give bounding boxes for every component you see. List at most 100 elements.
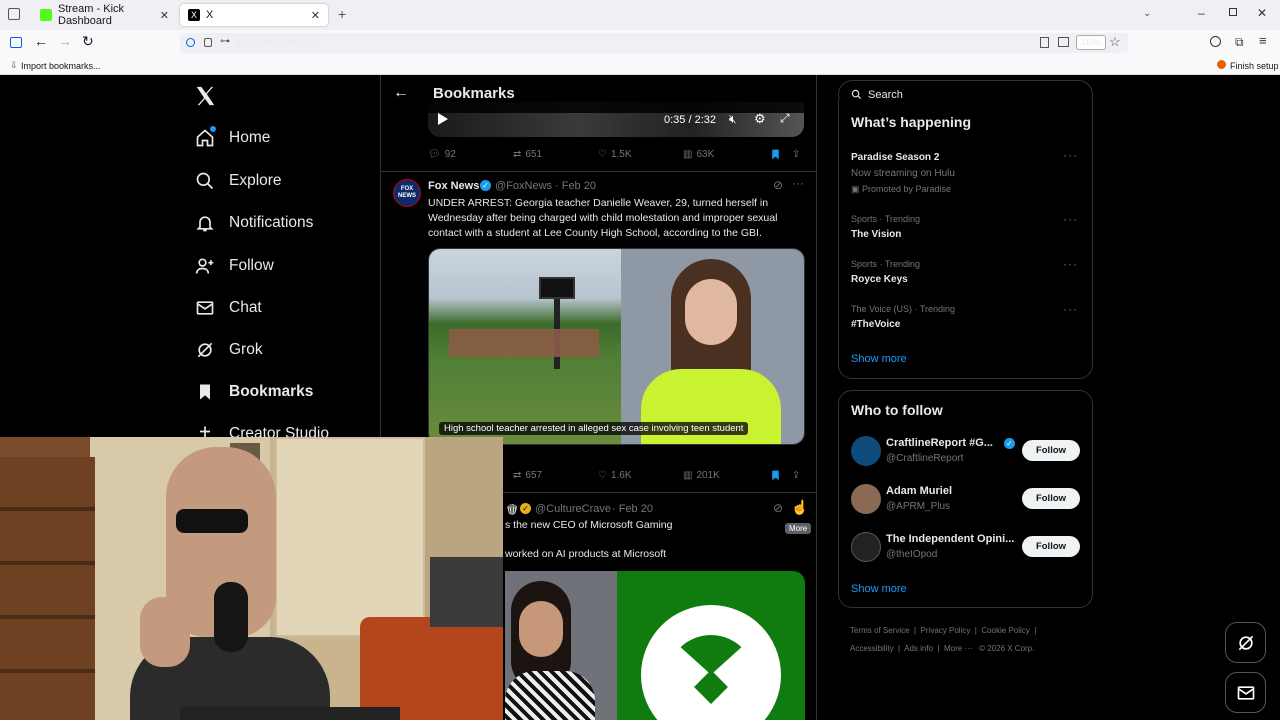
post-handle[interactable]: @CultureCrave xyxy=(535,503,611,515)
trend-item[interactable]: Sports · Trending The Vision ··· xyxy=(839,212,1092,248)
avatar[interactable] xyxy=(851,532,881,562)
xbox-logo-image[interactable] xyxy=(617,571,805,720)
nav-grok[interactable]: Grok xyxy=(195,340,263,360)
avatar[interactable] xyxy=(851,436,881,466)
footer-terms[interactable]: Terms of Service xyxy=(850,626,910,635)
heart-icon: ♡ xyxy=(598,148,607,160)
school-photo xyxy=(429,249,624,444)
post-image[interactable]: High school teacher arrested in alleged … xyxy=(428,248,805,445)
follow-suggestion[interactable]: The Independent Opini... @theIOpod Follo… xyxy=(839,529,1092,567)
nav-bookmarks[interactable]: Bookmarks xyxy=(195,382,313,402)
post-author-name[interactable]: Fox News xyxy=(428,180,479,192)
x-logo-icon[interactable] xyxy=(194,85,216,107)
share-button[interactable]: ⇪ xyxy=(792,470,800,481)
bookmark-button[interactable] xyxy=(769,148,782,161)
back-arrow-icon[interactable]: ← xyxy=(34,33,48,49)
account-icon[interactable] xyxy=(1210,36,1221,47)
new-tab-button[interactable]: + xyxy=(338,6,346,22)
search-icon xyxy=(195,171,215,191)
tab-x[interactable]: X X ✕ xyxy=(180,4,328,26)
nav-home[interactable]: Home xyxy=(195,126,270,148)
reload-icon[interactable]: ↻ xyxy=(82,33,94,50)
shield-icon[interactable] xyxy=(186,38,195,47)
promoted-icon: ▣ xyxy=(851,184,863,194)
settings-gear-icon[interactable]: ⚙ xyxy=(754,111,766,127)
footer-more[interactable]: More ··· xyxy=(944,644,972,653)
maximize-button[interactable] xyxy=(1229,8,1237,16)
finish-setup-link[interactable]: Finish setup xyxy=(1230,61,1279,71)
star-bookmark-icon[interactable]: ☆ xyxy=(1109,34,1121,50)
footer-accessibility[interactable]: Accessibility xyxy=(850,644,894,653)
tab-kick[interactable]: Stream - Kick Dashboard ✕ xyxy=(32,3,177,27)
bookmark-button[interactable] xyxy=(769,469,782,482)
more-options-icon[interactable]: ··· xyxy=(1063,148,1078,162)
minimize-button[interactable]: – xyxy=(1198,6,1205,20)
trend-item[interactable]: Paradise Season 2 Now streaming on Hulu … xyxy=(839,148,1092,198)
back-arrow-icon[interactable]: ← xyxy=(393,84,409,102)
footer-cookie[interactable]: Cookie Policy xyxy=(981,626,1029,635)
tab-overflow-chevron-icon[interactable]: ⌄ xyxy=(1143,8,1151,19)
url-bar[interactable]: ⊶ x.com/i/bookmarks 110% ☆ xyxy=(180,33,1128,53)
menu-icon[interactable]: ≡ xyxy=(1259,33,1267,48)
who-to-follow-panel: Who to follow CraftlineReport #G... ✓ @C… xyxy=(838,390,1093,608)
follow-suggestion[interactable]: Adam Muriel @APRM_Plus Follow xyxy=(839,481,1092,519)
nav-follow[interactable]: Follow xyxy=(195,256,274,276)
close-tab-icon[interactable]: ✕ xyxy=(311,9,320,22)
reply-button[interactable]: 💬︎ 92 xyxy=(428,149,456,160)
person-add-icon xyxy=(195,256,215,276)
close-window-button[interactable]: ✕ xyxy=(1257,6,1267,20)
like-button[interactable]: ♡ 1.5K xyxy=(598,149,632,160)
nav-notifications[interactable]: Notifications xyxy=(195,213,313,233)
ceo-photo[interactable] xyxy=(505,571,617,720)
avatar[interactable]: FOX NEWS xyxy=(393,179,421,207)
screenshot-icon[interactable] xyxy=(1058,37,1069,47)
show-more-link[interactable]: Show more xyxy=(851,583,907,595)
lock-icon[interactable] xyxy=(204,38,212,47)
bell-icon xyxy=(195,213,215,233)
post-text-line1: s the new CEO of Microsoft Gaming xyxy=(505,519,673,531)
mute-icon[interactable]: 🔇︎ xyxy=(729,112,737,127)
tab-list-icon[interactable] xyxy=(8,8,20,20)
repost-button[interactable]: ⇄ 651 xyxy=(513,149,542,160)
post-date[interactable]: · Feb 20 xyxy=(555,180,596,192)
follow-button[interactable]: Follow xyxy=(1022,536,1080,557)
footer-ads[interactable]: Ads info xyxy=(904,644,933,653)
messages-float-button[interactable] xyxy=(1225,672,1266,713)
more-options-icon[interactable]: ··· xyxy=(1063,212,1078,226)
post-handle[interactable]: @FoxNews xyxy=(495,180,552,192)
more-options-icon[interactable]: ··· xyxy=(1063,257,1078,271)
permissions-icon[interactable]: ⊶ xyxy=(220,36,230,47)
grok-explain-icon[interactable]: ⊘ xyxy=(773,501,783,515)
avatar[interactable] xyxy=(851,484,881,514)
close-tab-icon[interactable]: ✕ xyxy=(160,9,169,22)
forward-arrow-icon[interactable]: → xyxy=(58,33,72,49)
more-options-icon[interactable]: ··· xyxy=(792,176,804,190)
post-date[interactable]: · Feb 20 xyxy=(612,503,653,515)
views-button[interactable]: ▥ 201K xyxy=(683,470,720,481)
zoom-level-button[interactable]: 110% xyxy=(1076,35,1106,50)
follow-button[interactable]: Follow xyxy=(1022,488,1080,509)
kick-favicon-icon xyxy=(40,9,52,21)
reader-view-icon[interactable] xyxy=(1040,37,1049,48)
share-button[interactable]: ⇪ xyxy=(792,149,800,160)
more-options-icon[interactable]: ··· xyxy=(1063,302,1078,316)
nav-chat[interactable]: Chat xyxy=(195,298,262,318)
post-text-line2: worked on AI products at Microsoft xyxy=(505,548,667,560)
fullscreen-icon[interactable]: ⤢ xyxy=(780,111,790,126)
follow-suggestion[interactable]: CraftlineReport #G... ✓ @CraftlineReport… xyxy=(839,433,1092,471)
views-button[interactable]: ▥ 63K xyxy=(683,149,714,160)
repost-button[interactable]: ⇄ 657 xyxy=(513,470,542,481)
show-more-link[interactable]: Show more xyxy=(851,353,907,365)
extensions-icon[interactable]: ⧉ xyxy=(1235,35,1244,50)
import-bookmarks-link[interactable]: Import bookmarks... xyxy=(21,61,101,71)
nav-explore[interactable]: Explore xyxy=(195,171,282,191)
play-icon[interactable] xyxy=(438,113,448,125)
grok-float-button[interactable] xyxy=(1225,622,1266,663)
footer-privacy[interactable]: Privacy Policy xyxy=(921,626,971,635)
sidebar-toggle-icon[interactable] xyxy=(10,37,22,48)
trend-item[interactable]: The Voice (US) · Trending #TheVoice ··· xyxy=(839,302,1092,338)
like-button[interactable]: ♡ 1.6K xyxy=(598,470,632,481)
grok-explain-icon[interactable]: ⊘ xyxy=(773,178,783,192)
follow-button[interactable]: Follow xyxy=(1022,440,1080,461)
trend-item[interactable]: Sports · Trending Royce Keys ··· xyxy=(839,257,1092,293)
